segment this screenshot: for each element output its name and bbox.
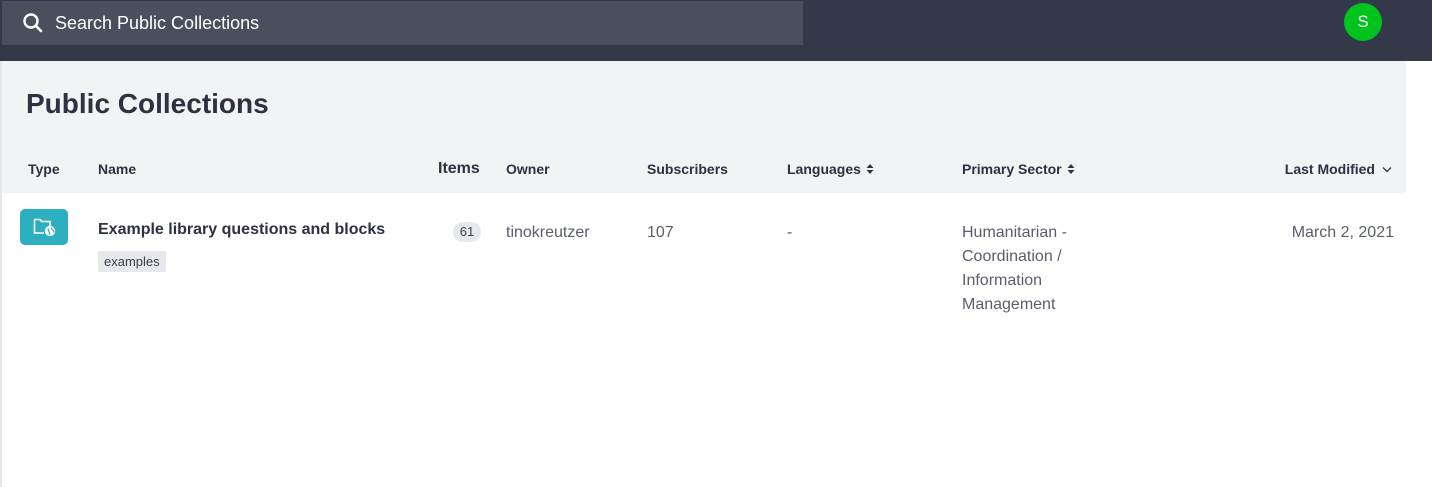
search-icon — [23, 13, 43, 33]
page-title: Public Collections — [26, 88, 269, 119]
languages-cell: - — [787, 224, 793, 241]
column-header-owner-label: Owner — [506, 161, 550, 177]
subscribers-cell: 107 — [647, 224, 674, 241]
collection-tag[interactable]: examples — [98, 251, 166, 272]
collection-name[interactable]: Example library questions and blocks — [98, 221, 385, 239]
column-header-subscribers: Subscribers — [647, 161, 728, 177]
search-input[interactable]: Search Public Collections — [55, 12, 259, 34]
column-header-languages[interactable]: Languages — [787, 161, 874, 177]
column-header-last-modified-label: Last Modified — [1284, 161, 1375, 177]
main-content: Public Collections Type Name Items Owner… — [2, 61, 1406, 487]
column-header-name-label: Name — [98, 161, 137, 177]
column-header-primary-sector-label: Primary Sector — [962, 161, 1062, 177]
column-header-languages-label: Languages — [787, 161, 861, 177]
column-header-type: Type — [28, 161, 60, 177]
column-header-last-modified[interactable]: Last Modified — [1285, 161, 1392, 177]
last-modified-cell: March 2, 2021 — [1291, 224, 1394, 241]
column-header-name: Name — [98, 161, 136, 177]
items-count-badge: 61 — [453, 222, 481, 242]
primary-sector-cell: Humanitarian - Coordination / Informatio… — [962, 224, 1067, 313]
column-header-type-label: Type — [28, 161, 60, 177]
avatar[interactable]: S — [1344, 3, 1382, 41]
sort-icon — [866, 164, 874, 174]
folder-globe-icon — [20, 209, 68, 245]
header-area: Public Collections Type Name Items Owner… — [2, 61, 1406, 193]
table-row[interactable]: Example library questions and blocks exa… — [2, 193, 1406, 333]
top-bar: Search Public Collections S — [0, 0, 1432, 61]
chevron-down-icon — [1382, 166, 1392, 172]
search-box[interactable]: Search Public Collections — [2, 1, 803, 45]
column-header-owner: Owner — [506, 161, 550, 177]
column-header-subscribers-label: Subscribers — [647, 161, 728, 177]
sort-icon — [1067, 164, 1075, 174]
column-header-items: Items — [438, 160, 480, 178]
owner-cell: tinokreutzer — [506, 224, 590, 241]
column-header-items-label: Items — [438, 160, 480, 177]
column-header-primary-sector[interactable]: Primary Sector — [962, 161, 1075, 177]
